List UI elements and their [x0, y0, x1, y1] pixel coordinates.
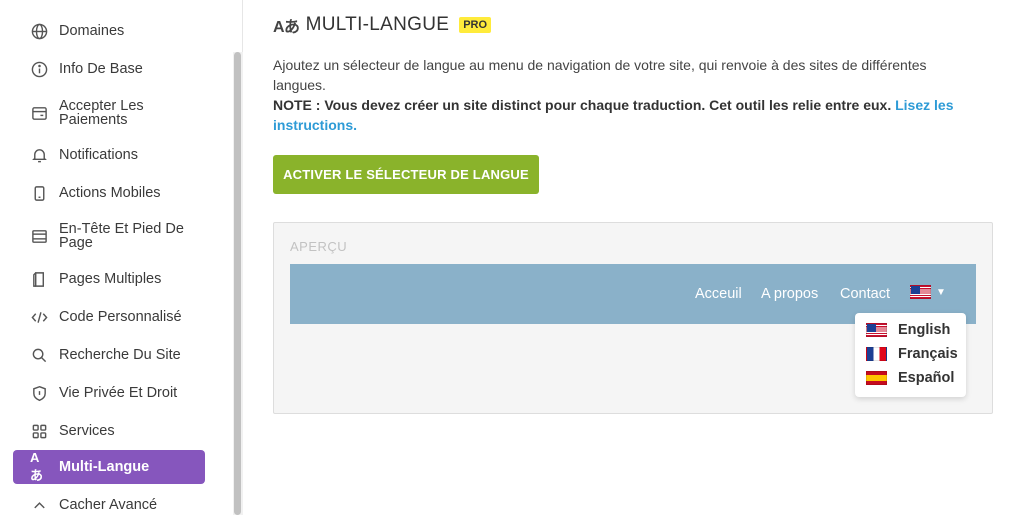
sidebar-item-services[interactable]: Services: [13, 421, 205, 441]
sidebar-item-label: En-Tête Et Pied De Page: [59, 221, 184, 251]
sidebar-item-label: Code Personnalisé: [59, 309, 182, 325]
activate-language-selector-button[interactable]: ACTIVER LE SÉLECTEUR DE LANGUE: [273, 155, 539, 194]
pages-icon: [30, 270, 48, 288]
sidebar-item-en-tete-et-pied-de-page[interactable]: En-Tête Et Pied De Page: [13, 221, 205, 251]
es-flag-icon: [866, 371, 887, 385]
sidebar-item-label: Domaines: [59, 23, 125, 39]
language-option-label: English: [898, 322, 951, 338]
sidebar-item-multi-langue[interactable]: Aあ Multi-Langue: [13, 450, 205, 484]
sidebar-item-pages-multiples[interactable]: Pages Multiples: [13, 269, 205, 289]
sidebar-item-label: Cacher Avancé: [59, 497, 158, 513]
info-icon: [30, 60, 48, 78]
note-strong: NOTE : Vous devez créer un site distinct…: [273, 97, 892, 113]
sidebar-item-domaines[interactable]: Domaines: [13, 21, 205, 41]
preview-nav-link-acceuil[interactable]: Acceuil: [695, 286, 742, 302]
sidebar-item-label: Vie Privée Et Droit: [59, 385, 178, 401]
language-dropdown: English Français Español: [855, 313, 966, 397]
sidebar-item-label: Info De Base: [59, 61, 143, 77]
shield-icon: [30, 384, 48, 402]
us-flag-icon: [866, 323, 887, 337]
sidebar-item-label: Services: [59, 423, 115, 439]
sidebar-item-recherche-du-site[interactable]: Recherche Du Site: [13, 345, 205, 365]
language-option-label: Français: [898, 346, 958, 362]
globe-icon: [30, 22, 48, 40]
sidebar-item-info-de-base[interactable]: Info De Base: [13, 59, 205, 79]
page-description: Ajoutez un sélecteur de langue au menu d…: [273, 57, 927, 93]
sidebar-item-label: Recherche Du Site: [59, 347, 181, 363]
mobile-icon: [30, 184, 48, 202]
grid-icon: [30, 422, 48, 440]
sidebar: Domaines Info De Base Accepter Les Paiem…: [0, 0, 243, 515]
sidebar-item-actions-mobiles[interactable]: Actions Mobiles: [13, 183, 205, 203]
translate-icon: Aあ: [273, 19, 300, 36]
sidebar-item-accepter-les-paiements[interactable]: Accepter Les Paiements: [13, 98, 205, 128]
note-text: NOTE : Vous devez créer un site distinct…: [273, 95, 993, 135]
header-footer-icon: [30, 227, 48, 245]
search-icon: [30, 346, 48, 364]
caret-down-icon: ▼: [936, 286, 946, 298]
sidebar-scrollbar-thumb[interactable]: [234, 52, 241, 515]
sidebar-item-notifications[interactable]: Notifications: [13, 145, 205, 165]
sidebar-item-vie-privee-et-droit[interactable]: Vie Privée Et Droit: [13, 383, 205, 403]
language-selector-toggle[interactable]: ▼: [910, 285, 946, 299]
preview-label: APERÇU: [290, 239, 348, 254]
language-option-francais[interactable]: Français: [866, 346, 958, 362]
page-header: Aあ MULTI-LANGUE PRO: [273, 13, 492, 37]
sidebar-item-label: Notifications: [59, 147, 138, 163]
us-flag-icon: [910, 285, 931, 299]
language-option-espanol[interactable]: Español: [866, 370, 954, 386]
preview-nav-link-contact[interactable]: Contact: [840, 286, 890, 302]
payment-icon: [30, 104, 48, 122]
chevron-up-icon: [30, 496, 48, 514]
sidebar-item-label: Actions Mobiles: [59, 185, 161, 201]
sidebar-item-label: Multi-Langue: [59, 459, 150, 475]
fr-flag-icon: [866, 347, 887, 361]
language-option-english[interactable]: English: [866, 322, 950, 338]
sidebar-item-label: Accepter Les Paiements: [59, 98, 144, 128]
sidebar-item-cacher-avance[interactable]: Cacher Avancé: [13, 495, 205, 515]
translate-icon: Aあ: [30, 450, 43, 483]
preview-nav-link-a-propos[interactable]: A propos: [761, 286, 818, 302]
language-option-label: Español: [898, 370, 955, 386]
code-icon: [30, 308, 48, 326]
sidebar-item-label: Pages Multiples: [59, 271, 162, 287]
sidebar-item-code-personnalise[interactable]: Code Personnalisé: [13, 307, 205, 327]
page-title: MULTI-LANGUE: [305, 14, 450, 35]
bell-icon: [30, 146, 48, 164]
pro-badge: PRO: [459, 17, 492, 33]
